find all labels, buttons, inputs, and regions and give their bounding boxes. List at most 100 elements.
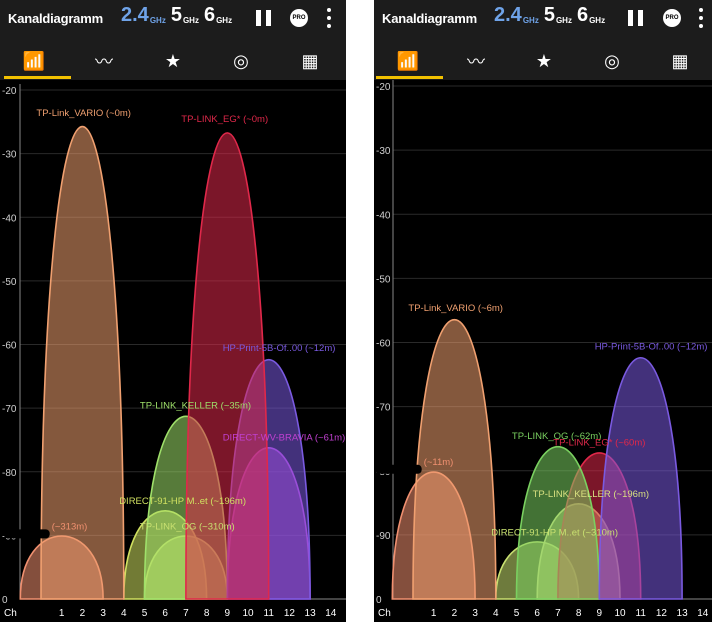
tab-access-points[interactable]: ◎ bbox=[582, 42, 642, 80]
band-5-ghz[interactable]: 5 GHz bbox=[544, 4, 572, 26]
y-tick-label: -20 bbox=[376, 82, 391, 93]
tab-bar: 📶 〰 ★ ◎ ▦ bbox=[0, 42, 346, 80]
y-tick-label: -70 bbox=[2, 404, 17, 415]
channel-graph-icon: 📶 bbox=[22, 50, 46, 71]
network-label: DIRECT-91-HP M..et (~196m) bbox=[119, 496, 246, 507]
network-label: HP-Print-5B-Of..00 (~12m) bbox=[595, 341, 708, 352]
x-tick-label: 9 bbox=[597, 608, 603, 619]
x-tick-label: 12 bbox=[656, 608, 668, 619]
x-tick-label: 4 bbox=[121, 608, 127, 619]
x-tick-label: 10 bbox=[614, 608, 626, 619]
network-label: DIRECT-91-HP M..et (~310m) bbox=[491, 527, 618, 538]
x-tick-label: 6 bbox=[534, 608, 540, 619]
network-label: DIRECT-WV-BRAVIA (~61m) bbox=[223, 432, 346, 443]
network-label: TP-LINK_EG* (~60m) bbox=[553, 438, 645, 449]
tab-dashboard[interactable]: ▦ bbox=[650, 42, 710, 80]
time-graph-icon: 〰 bbox=[467, 52, 485, 72]
x-axis-label: Ch bbox=[378, 608, 391, 619]
tab-access-points[interactable]: ◎ bbox=[211, 42, 271, 80]
access-points-icon: ◎ bbox=[604, 50, 620, 71]
y-tick-label: -60 bbox=[376, 339, 391, 350]
x-tick-label: 11 bbox=[636, 608, 647, 619]
pro-badge-icon[interactable]: PRO bbox=[663, 9, 681, 27]
x-axis-label: Ch bbox=[4, 608, 17, 619]
pause-button[interactable] bbox=[256, 10, 272, 26]
redaction-bar bbox=[375, 464, 422, 474]
x-tick-label: 11 bbox=[264, 608, 275, 619]
x-tick-label: 8 bbox=[204, 608, 210, 619]
network-label: TP-Link_VARIO (~0m) bbox=[36, 108, 131, 119]
overflow-menu-icon[interactable] bbox=[327, 8, 331, 28]
band-6-ghz[interactable]: 6 GHz bbox=[577, 4, 605, 26]
selected-tab-indicator bbox=[376, 76, 443, 79]
dashboard-icon: ▦ bbox=[671, 50, 689, 71]
x-tick-label: 3 bbox=[472, 608, 478, 619]
dashboard-icon: ▦ bbox=[301, 50, 319, 71]
x-tick-label: 14 bbox=[325, 608, 337, 619]
tab-time-graph[interactable]: 〰 bbox=[446, 42, 506, 80]
tab-channel-rating[interactable]: ★ bbox=[143, 42, 203, 80]
y-tick-label: -40 bbox=[2, 213, 17, 224]
network-curve bbox=[598, 357, 683, 600]
y-tick-label: 0 bbox=[2, 595, 8, 606]
x-tick-label: 12 bbox=[284, 608, 296, 619]
channel-chart-right: -20-30-40-50-60-70-80-900TP-Link_VARIO (… bbox=[374, 80, 712, 622]
left-screen: Kanaldiagramm 2.4 GHz 5 GHz 6 GHz PRO 📶 〰 ★… bbox=[0, 0, 346, 622]
app-bar: Kanaldiagramm 2.4 GHz 5 GHz 6 GHz PRO bbox=[374, 0, 712, 42]
band-6-ghz[interactable]: 6 GHz bbox=[204, 4, 232, 26]
access-points-icon: ◎ bbox=[233, 50, 249, 71]
y-tick-label: -70 bbox=[376, 403, 391, 414]
network-label: (~313m) bbox=[52, 521, 88, 532]
pause-button[interactable] bbox=[628, 10, 644, 26]
x-tick-label: 7 bbox=[555, 608, 561, 619]
app-title: Kanaldiagramm bbox=[8, 11, 103, 26]
tab-channel-graph[interactable]: 📶 bbox=[4, 42, 64, 80]
tab-bar: 📶 〰 ★ ◎ ▦ bbox=[374, 42, 712, 80]
y-tick-label: 0 bbox=[376, 595, 382, 606]
overflow-menu-icon[interactable] bbox=[699, 8, 703, 28]
right-screen: Kanaldiagramm 2.4 GHz 5 GHz 6 GHz PRO 📶 〰 ★… bbox=[374, 0, 712, 622]
y-tick-label: -30 bbox=[2, 150, 17, 161]
x-tick-label: 5 bbox=[514, 608, 520, 619]
channel-chart-svg: -20-30-40-50-60-70-80-900TP-Link_VARIO (… bbox=[2, 84, 346, 619]
app-title: Kanaldiagramm bbox=[382, 11, 477, 26]
x-tick-label: 4 bbox=[493, 608, 499, 619]
x-tick-label: 5 bbox=[142, 608, 148, 619]
channel-graph-icon: 📶 bbox=[396, 50, 420, 71]
x-tick-label: 6 bbox=[162, 608, 168, 619]
tab-channel-graph[interactable]: 📶 bbox=[378, 42, 438, 80]
channel-chart-left: -20-30-40-50-60-70-80-900TP-Link_VARIO (… bbox=[0, 80, 346, 622]
x-tick-label: 10 bbox=[242, 608, 254, 619]
selected-tab-indicator bbox=[4, 76, 71, 79]
band-2-4-ghz[interactable]: 2.4 GHz bbox=[494, 4, 539, 26]
channel-chart-svg: -20-30-40-50-60-70-80-900TP-Link_VARIO (… bbox=[375, 80, 712, 619]
channel-rating-icon: ★ bbox=[164, 50, 182, 71]
x-tick-label: 1 bbox=[431, 608, 437, 619]
band-2-4-ghz[interactable]: 2.4 GHz bbox=[121, 4, 166, 26]
network-label: TP-LINK_EG* (~0m) bbox=[181, 114, 268, 125]
y-tick-label: -40 bbox=[376, 210, 391, 221]
network-label: TP-LINK_KELLER (~35m) bbox=[140, 400, 251, 411]
network-label: TP-Link_VARIO (~6m) bbox=[408, 303, 503, 314]
y-tick-label: -30 bbox=[376, 146, 391, 157]
y-tick-label: -50 bbox=[376, 274, 391, 285]
y-tick-label: -50 bbox=[2, 277, 17, 288]
x-tick-label: 13 bbox=[677, 608, 689, 619]
app-bar: Kanaldiagramm 2.4 GHz 5 GHz 6 GHz PRO bbox=[0, 0, 346, 42]
network-label: TP-LINK_OG (~310m) bbox=[140, 521, 235, 532]
time-graph-icon: 〰 bbox=[95, 52, 113, 72]
band-selector: 2.4 GHz 5 GHz 6 GHz bbox=[121, 4, 232, 26]
tab-channel-rating[interactable]: ★ bbox=[514, 42, 574, 80]
y-tick-label: -20 bbox=[2, 86, 17, 97]
pro-badge-icon[interactable]: PRO bbox=[290, 9, 308, 27]
x-tick-label: 9 bbox=[225, 608, 231, 619]
y-tick-label: -60 bbox=[2, 341, 17, 352]
network-label: (~11m) bbox=[424, 457, 454, 468]
x-tick-label: 14 bbox=[697, 608, 709, 619]
tab-time-graph[interactable]: 〰 bbox=[74, 42, 134, 80]
x-tick-label: 13 bbox=[305, 608, 317, 619]
band-5-ghz[interactable]: 5 GHz bbox=[171, 4, 199, 26]
y-tick-label: -80 bbox=[2, 468, 17, 479]
network-label: TP-LINK_KELLER (~196m) bbox=[533, 489, 649, 500]
tab-dashboard[interactable]: ▦ bbox=[280, 42, 340, 80]
